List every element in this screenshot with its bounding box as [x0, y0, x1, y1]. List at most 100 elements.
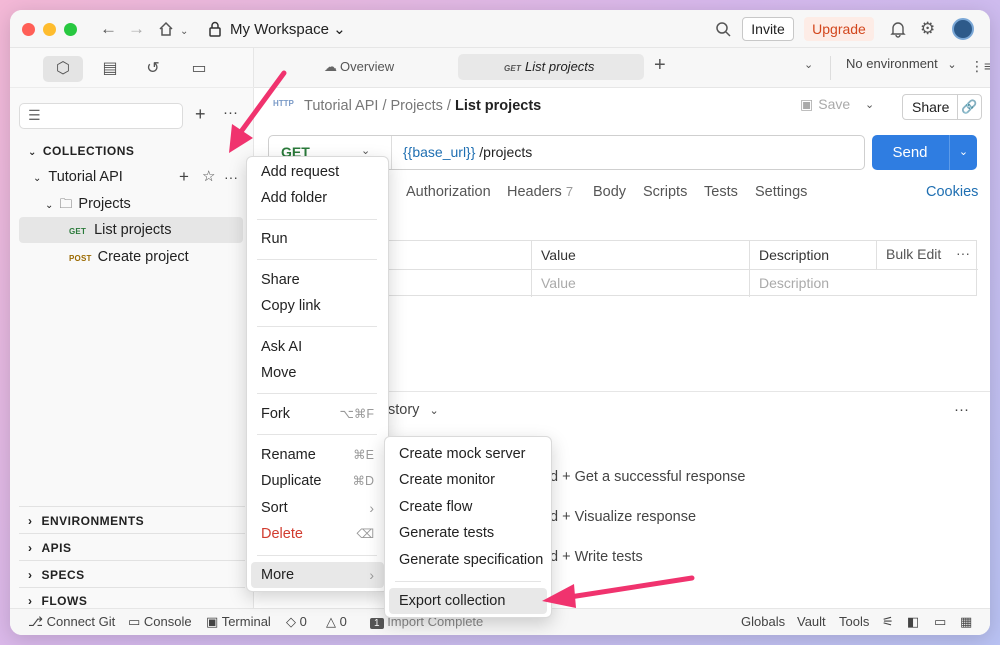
link-icon[interactable]: 🔗 [957, 95, 981, 119]
history-dropdown[interactable]: story ⌄ [388, 402, 439, 418]
sidebar: ⬡ ▤ ↺ ▭ ☰ + ··· ⌄ COLLECTIONS ⌄ Tutorial A… [10, 48, 254, 608]
terminal-button[interactable]: ▣ Terminal [206, 614, 271, 630]
errors-indicator[interactable]: ◇ 0 [286, 614, 307, 630]
forward-arrow-icon[interactable]: → [128, 19, 145, 39]
workspace-selector[interactable]: My Workspace ⌄ [230, 20, 346, 38]
history-icon[interactable]: ↺ [133, 56, 173, 82]
add-icon[interactable]: + [195, 104, 206, 125]
maximize-window-button[interactable] [64, 23, 77, 36]
save-button[interactable]: ▣ Save [800, 96, 850, 113]
avatar[interactable] [952, 18, 974, 40]
more-options-icon[interactable]: ··· [956, 245, 970, 261]
folder-icon[interactable]: ▭ [179, 56, 219, 82]
response-hint[interactable]: d + Visualize response [550, 509, 696, 525]
folder-row[interactable]: ⌄ 🗀 Projects [19, 191, 243, 217]
chevron-down-icon: ⌄ [28, 147, 37, 158]
tab-scripts[interactable]: Scripts [643, 184, 687, 200]
tab-overview[interactable]: ☁ Overview [314, 54, 404, 80]
environments-section[interactable]: › ENVIRONMENTS [28, 514, 144, 528]
menu-copy-link[interactable]: Copy link [251, 293, 384, 319]
value-input[interactable]: Value [541, 275, 576, 291]
response-hint[interactable]: d + Write tests [550, 549, 643, 565]
cookies-link[interactable]: Cookies [926, 184, 978, 200]
menu-create-mock-server[interactable]: Create mock server [389, 441, 547, 467]
back-arrow-icon[interactable]: ← [100, 19, 117, 39]
collections-header[interactable]: ⌄ COLLECTIONS [28, 144, 134, 158]
chevron-down-icon[interactable]: ⌄ [949, 135, 977, 170]
invite-button[interactable]: Invite [742, 17, 794, 41]
vault-button[interactable]: Vault [797, 614, 826, 629]
share-button[interactable]: Share 🔗 [902, 94, 982, 120]
flows-section[interactable]: › FLOWS [28, 594, 87, 608]
response-hint[interactable]: d + Get a successful response [550, 469, 745, 485]
menu-rename[interactable]: Rename ⌘E [251, 442, 384, 468]
upgrade-button[interactable]: Upgrade [804, 17, 874, 41]
menu-ask-ai[interactable]: Ask AI [251, 334, 384, 360]
minimize-window-button[interactable] [43, 23, 56, 36]
search-icon[interactable] [715, 21, 731, 37]
environment-selector[interactable]: No environment ⌄ [846, 56, 957, 71]
gear-icon[interactable]: ⚙ [920, 19, 935, 39]
tab-body[interactable]: Body [593, 184, 626, 200]
bulk-edit-button[interactable]: Bulk Edit [886, 246, 941, 262]
layout-icon[interactable]: ▦ [960, 614, 972, 630]
description-input[interactable]: Description [759, 275, 829, 291]
menu-add-folder[interactable]: Add folder [251, 185, 384, 211]
tools-button[interactable]: Tools [839, 614, 869, 629]
folder-icon: 🗀 [59, 196, 73, 211]
menu-create-monitor[interactable]: Create monitor [389, 467, 547, 493]
sidebar-toggle-icon[interactable]: ◧ [907, 614, 919, 630]
warnings-indicator[interactable]: △ 0 [326, 614, 347, 630]
tab-settings[interactable]: Settings [755, 184, 807, 200]
collections-cube-icon[interactable]: ⬡ [43, 56, 83, 82]
menu-generate-tests[interactable]: Generate tests [389, 520, 547, 546]
breadcrumb-current[interactable]: List projects [455, 98, 541, 114]
menu-create-flow[interactable]: Create flow [389, 494, 547, 520]
menu-more[interactable]: More › [251, 562, 384, 588]
more-options-icon[interactable]: ··· [954, 401, 969, 418]
request-row[interactable]: GET List projects [19, 217, 243, 243]
menu-export-collection[interactable]: Export collection [389, 588, 547, 614]
environments-icon[interactable]: ▤ [90, 56, 130, 82]
menu-run[interactable]: Run [251, 226, 384, 252]
chevron-down-icon[interactable]: ⌄ [180, 22, 188, 42]
tab-authorization[interactable]: Authorization [406, 184, 491, 200]
menu-share[interactable]: Share [251, 267, 384, 293]
filter-input[interactable]: ☰ [19, 103, 183, 129]
chevron-down-icon[interactable]: ⌄ [804, 58, 813, 71]
layout-icon[interactable]: ⋮≡ [970, 58, 990, 75]
home-icon[interactable] [158, 21, 174, 37]
menu-generate-specification[interactable]: Generate specification [389, 547, 547, 573]
globals-button[interactable]: Globals [741, 614, 785, 629]
breadcrumb-folder[interactable]: Projects [391, 98, 443, 114]
apis-section[interactable]: › APIS [28, 541, 72, 555]
console-button[interactable]: ▭ Console [128, 614, 192, 630]
more-options-icon[interactable]: ··· [223, 104, 238, 121]
new-tab-icon[interactable]: + [654, 54, 666, 77]
menu-delete[interactable]: Delete ⌫ [251, 521, 384, 547]
star-icon[interactable]: ☆ [202, 164, 215, 190]
specs-section[interactable]: › SPECS [28, 568, 85, 582]
breadcrumb-collection[interactable]: Tutorial API [304, 98, 378, 114]
menu-fork[interactable]: Fork ⌥⌘F [251, 401, 384, 427]
send-button[interactable]: Send ⌄ [872, 135, 977, 170]
connect-git-button[interactable]: ⎇ Connect Git [28, 614, 115, 630]
bell-icon[interactable] [890, 21, 906, 38]
request-row[interactable]: POST Create project [19, 244, 243, 270]
more-options-icon[interactable]: ··· [224, 164, 238, 190]
tab-tests[interactable]: Tests [704, 184, 738, 200]
tab-list-projects[interactable]: GET List projects [458, 54, 644, 80]
close-window-button[interactable] [22, 23, 35, 36]
menu-move[interactable]: Move [251, 360, 384, 386]
menu-sort[interactable]: Sort › [251, 495, 384, 521]
chevron-down-icon: ⌄ [33, 173, 42, 184]
tab-headers[interactable]: Headers 7 [507, 184, 573, 200]
menu-duplicate[interactable]: Duplicate ⌘D [251, 468, 384, 494]
add-request-icon[interactable]: + [179, 164, 189, 190]
collection-row[interactable]: ⌄ Tutorial API + ☆ ··· [19, 164, 243, 190]
url-input[interactable]: {{base_url}} /projects [403, 144, 532, 160]
chevron-down-icon[interactable]: ⌄ [865, 98, 874, 111]
panel-toggle-icon[interactable]: ▭ [934, 614, 946, 630]
menu-add-request[interactable]: Add request [251, 159, 384, 185]
settings-sliders-icon[interactable]: ⚟ [882, 614, 894, 630]
